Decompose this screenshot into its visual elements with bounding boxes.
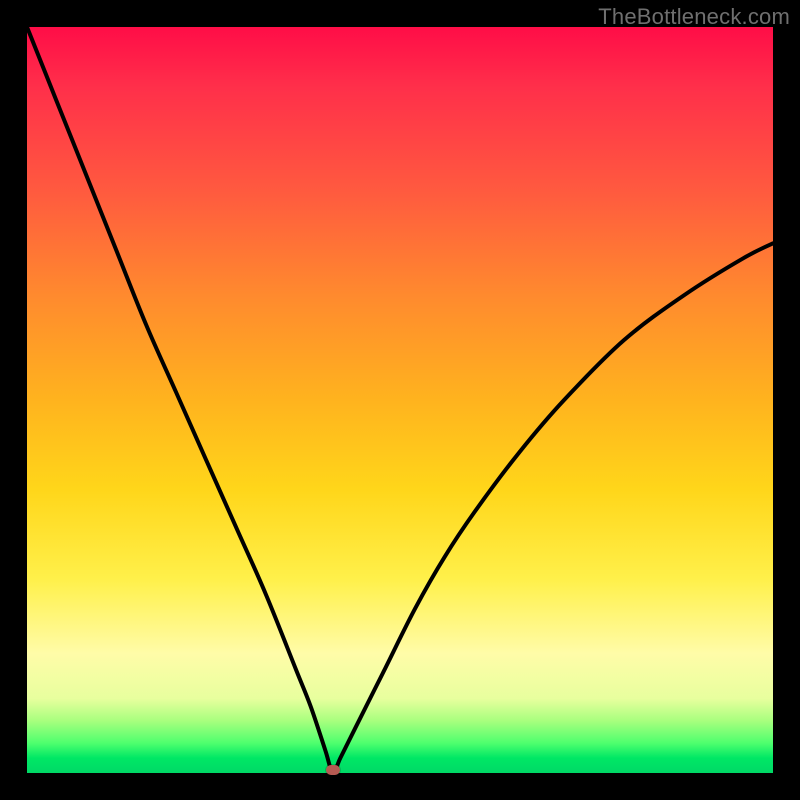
- watermark-text: TheBottleneck.com: [598, 4, 790, 30]
- plot-area: [27, 27, 773, 773]
- bottleneck-curve: [27, 27, 773, 773]
- chart-frame: TheBottleneck.com: [0, 0, 800, 800]
- optimal-point-marker: [326, 765, 340, 775]
